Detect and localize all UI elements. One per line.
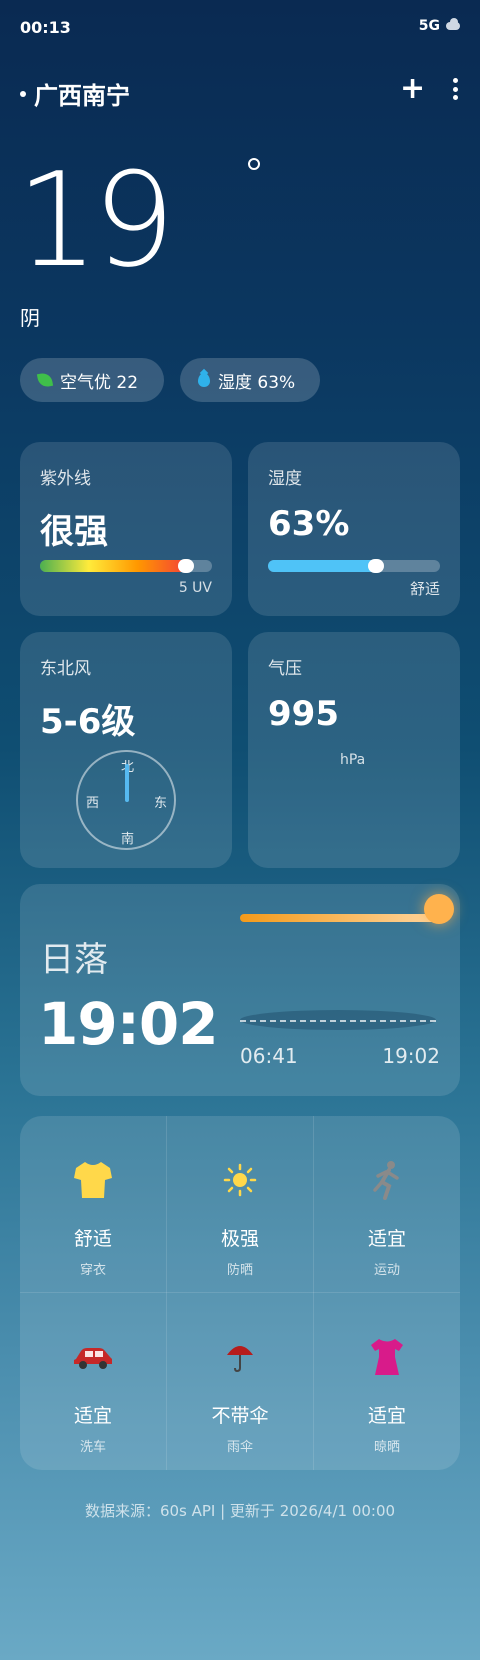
data-source-footer: 数据来源：60s API | 更新于 2026/4/1 00:00: [84, 1502, 396, 1520]
sun-icon: [223, 1152, 257, 1208]
life-label: 穿衣: [79, 1263, 106, 1278]
car-icon: [72, 1329, 114, 1385]
compass-west: 西: [86, 796, 100, 811]
location-dot-icon: [20, 90, 26, 97]
sunrise-time: 06:41: [240, 1044, 298, 1068]
sun-icon: [424, 894, 454, 924]
air-quality-chip[interactable]: 空气优 22: [20, 358, 164, 402]
horizon-line: [240, 1020, 436, 1022]
compass-needle-icon: [125, 764, 129, 802]
humidity-chip-label: 湿度 63%: [218, 372, 296, 393]
add-city-button[interactable]: +: [400, 74, 425, 104]
pressure-card[interactable]: 气压 995 hPa: [248, 632, 460, 868]
cloud-icon: [446, 18, 460, 30]
compass-south: 南: [121, 832, 135, 847]
life-value: 不带伞: [211, 1405, 269, 1427]
shirt-icon: [72, 1152, 114, 1208]
degree-icon: [248, 158, 260, 170]
uv-unit: 5 UV: [178, 580, 212, 596]
life-value: 适宜: [73, 1405, 112, 1427]
humidity-value: 63%: [268, 504, 350, 544]
uv-bar: [40, 559, 212, 573]
life-item-sport[interactable]: 适宜 运动: [314, 1116, 460, 1292]
uv-card[interactable]: 紫外线 很强 5 UV: [20, 442, 232, 616]
pressure-unit: hPa: [340, 752, 366, 768]
air-quality-label: 空气优 22: [60, 372, 139, 393]
life-item-umbrella[interactable]: 不带伞 雨伞: [167, 1293, 313, 1469]
compass-east: 东: [154, 796, 168, 811]
wind-level: 5-6级: [40, 702, 136, 742]
leaf-icon: [36, 371, 54, 389]
wind-title: 东北风: [40, 659, 91, 679]
life-value: 极强: [220, 1228, 259, 1250]
humidity-bar: [268, 559, 440, 573]
water-drop-icon: [198, 373, 210, 387]
pressure-value: 995: [268, 694, 339, 734]
uv-bar-fill: [40, 560, 187, 572]
life-item-carwash[interactable]: 适宜 洗车: [20, 1293, 166, 1469]
humidity-title: 湿度: [268, 469, 302, 489]
life-value: 舒适: [73, 1228, 112, 1250]
life-label: 防晒: [226, 1263, 253, 1278]
humidity-chip[interactable]: 湿度 63%: [180, 358, 320, 402]
life-value: 适宜: [367, 1228, 406, 1250]
uv-title: 紫外线: [40, 469, 91, 489]
life-value: 适宜: [367, 1405, 406, 1427]
life-item-sunscreen[interactable]: 极强 防晒: [167, 1116, 313, 1292]
weather-condition: 阴: [20, 306, 40, 330]
humidity-card[interactable]: 湿度 63% 舒适: [248, 442, 460, 616]
wind-card[interactable]: 东北风 5-6级 北 南 东 西: [20, 632, 232, 868]
network-label: 5G: [418, 18, 440, 34]
life-index-grid: 舒适 穿衣 极强 防晒 适宜 运动 适宜 洗车 不带伞 雨伞 适宜 晾晒: [20, 1116, 460, 1470]
location-name: 广西南宁: [34, 82, 130, 110]
uv-level: 很强: [40, 512, 108, 552]
life-label: 洗车: [79, 1440, 106, 1455]
sunset-end-time: 19:02: [382, 1044, 440, 1068]
more-vertical-icon[interactable]: [450, 78, 460, 100]
wind-compass: 北 南 东 西: [76, 750, 176, 850]
uv-bar-knob: [178, 559, 195, 573]
sunset-card[interactable]: 日落 19:02 06:41 19:02: [20, 884, 460, 1096]
pressure-title: 气压: [268, 659, 302, 679]
sunset-time: 19:02: [38, 990, 219, 1058]
humidity-bar-fill: [268, 560, 377, 572]
humidity-desc: 舒适: [409, 580, 440, 598]
life-label: 雨伞: [226, 1440, 253, 1455]
life-item-drying[interactable]: 适宜 晾晒: [314, 1293, 460, 1469]
status-bar-right: 5G: [419, 18, 460, 34]
status-time: 00:13: [20, 18, 71, 37]
life-label: 运动: [373, 1263, 400, 1278]
running-icon: [369, 1152, 405, 1208]
life-item-clothing[interactable]: 舒适 穿衣: [20, 1116, 166, 1292]
sunset-title: 日落: [40, 940, 108, 980]
umbrella-icon: [225, 1329, 255, 1385]
location-title[interactable]: 广西南宁: [20, 76, 130, 111]
current-temperature: 19: [16, 144, 175, 296]
humidity-bar-knob: [368, 559, 385, 573]
sun-track: [240, 914, 440, 922]
life-label: 晾晒: [373, 1440, 400, 1455]
dress-icon: [367, 1329, 407, 1385]
